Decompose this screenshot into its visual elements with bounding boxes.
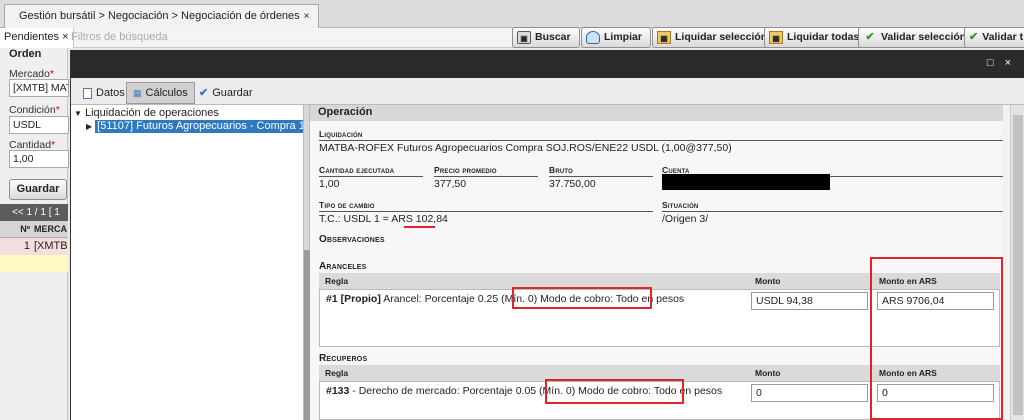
tipo-cambio-value: T.C.: USDL 1 = ARS 102,84: [319, 213, 448, 225]
divider: [319, 176, 423, 177]
search-button[interactable]: ▣ Buscar: [512, 27, 580, 48]
grid-col-mercado: MERCA: [34, 224, 67, 234]
highlight-box: [512, 287, 652, 309]
bruto-value: 37.750,00: [549, 178, 596, 190]
validate-selection-label: Validar selección: [881, 31, 967, 43]
divider: [319, 211, 653, 212]
divider: [319, 140, 1003, 141]
collapse-arrow-icon: ▶: [86, 122, 93, 131]
tree-item-label: [51107] Futuros Agropecuarios - Compra 1…: [95, 120, 304, 133]
validate-all-label: Validar t: [982, 31, 1024, 43]
tree-root-label: Liquidación de operaciones: [84, 107, 219, 119]
aranceles-title: Aranceles: [319, 261, 367, 272]
check-icon: ✔: [969, 31, 979, 43]
recuperos-col-monto: Monto: [749, 365, 873, 381]
recuperos-col-regla: Regla: [319, 365, 749, 381]
cantidad-field[interactable]: 1,00: [9, 150, 69, 168]
tab-datos-label: Datos: [96, 86, 125, 99]
grid-col-number: Nº: [20, 224, 30, 234]
binoculars-icon: ▣: [517, 31, 531, 44]
tab-guardar[interactable]: ✔ Guardar: [193, 82, 259, 104]
tipo-cambio-label: Tipo de cambio: [319, 200, 375, 210]
validate-selection-button[interactable]: ✔ Validar selección: [858, 27, 976, 48]
close-icon[interactable]: ×: [62, 31, 68, 43]
highlight-box: [545, 379, 684, 404]
check-icon: ✔: [199, 86, 209, 99]
bruto-label: Bruto: [549, 165, 574, 175]
settle-all-label: Liquidar todas: [787, 31, 860, 43]
tab-pendientes[interactable]: Pendientes ×: [0, 28, 74, 48]
row-mercado: [XMTB: [34, 240, 68, 252]
rule-id: #133: [326, 385, 350, 397]
table-row-empty[interactable]: [0, 255, 68, 272]
order-section-title: Orden: [9, 48, 42, 60]
liquidacion-label: Liquidación: [319, 129, 363, 139]
clear-button-label: Limpiar: [604, 31, 642, 43]
recuperos-title: Recuperos: [319, 353, 368, 364]
liquidacion-value: MATBA-ROFEX Futuros Agropecuarios Compra…: [319, 142, 732, 154]
divider: [549, 176, 653, 177]
aranceles-col-monto: Monto: [749, 273, 873, 289]
cantidad-ejecutada-label: Cantidad ejecutada: [319, 165, 395, 175]
tab-calculos-label: Cálculos: [145, 86, 188, 99]
pager[interactable]: << 1 / 1 [ 1: [0, 204, 68, 221]
calculator-icon: ▦: [769, 31, 783, 44]
search-button-label: Buscar: [535, 31, 571, 43]
document-icon: [83, 87, 92, 99]
check-icon: ✔: [865, 31, 875, 43]
operation-details: Operación Liquidación MATBA-ROFEX Futuro…: [310, 105, 1003, 420]
settle-selection-button[interactable]: ▦ Liquidar selección: [652, 27, 777, 48]
highlight-underline: [404, 226, 435, 228]
precio-promedio-label: Precio promedio: [434, 165, 497, 175]
window-controls[interactable]: □ ×: [987, 57, 1015, 69]
clear-button[interactable]: Limpiar: [581, 27, 651, 48]
settle-all-button[interactable]: ▦ Liquidar todas: [764, 27, 869, 48]
rule-id: #1 [Propio]: [326, 293, 381, 305]
table-row[interactable]: 1 [XMTB: [0, 238, 68, 255]
mercado-field[interactable]: [XMTB] MATBA: [9, 79, 69, 97]
calculator-icon: ▦: [657, 31, 671, 44]
main-tab-label: Gestión bursátil > Negociación > Negocia…: [19, 10, 300, 22]
tab-pendientes-label: Pendientes: [4, 31, 60, 43]
divider: [662, 211, 1003, 212]
condicion-field[interactable]: USDL: [9, 116, 69, 134]
settle-selection-label: Liquidar selección: [675, 31, 768, 43]
situacion-label: Situación: [662, 200, 699, 210]
recuperos-monto-input[interactable]: 0: [751, 384, 868, 402]
operations-tree: ▼ Liquidación de operaciones ▶ [51107] Fu…: [71, 105, 304, 420]
calc-grid-icon: ▦: [133, 87, 142, 98]
situacion-value: /Origen 3/: [662, 213, 709, 225]
tree-root[interactable]: ▼ Liquidación de operaciones: [74, 107, 219, 119]
aranceles-monto-input[interactable]: USDL 94,38: [751, 292, 868, 310]
tree-item-51107[interactable]: ▶ [51107] Futuros Agropecuarios - Compra …: [86, 120, 304, 133]
row-number: 1: [23, 240, 30, 252]
search-filters-label[interactable]: Filtros de búsqueda: [71, 28, 168, 47]
tab-calculos[interactable]: ▦ Cálculos: [126, 82, 195, 104]
divider: [434, 176, 538, 177]
cantidad-ejecutada-value: 1,00: [319, 178, 340, 190]
validate-all-button[interactable]: ✔ Validar t: [964, 27, 1024, 48]
modal-tabs: Datos ▦ Cálculos ✔ Guardar: [71, 78, 1024, 105]
condicion-label: Condición*: [9, 104, 60, 116]
observaciones-label: Observaciones: [319, 234, 385, 245]
grid-header: Nº MERCA: [0, 221, 68, 238]
eraser-icon: [586, 31, 600, 44]
operation-section-title: Operación: [310, 105, 1003, 121]
expand-icon: ▼: [74, 109, 82, 118]
highlight-box: [870, 257, 1003, 420]
precio-promedio-value: 377,50: [434, 178, 467, 190]
save-order-button[interactable]: Guardar: [9, 179, 67, 200]
scrollbar-thumb[interactable]: [1013, 115, 1023, 415]
order-panel: Orden Mercado* [XMTB] MATBA Condición* U…: [0, 48, 69, 420]
tab-guardar-label: Guardar: [212, 86, 253, 99]
main-tab[interactable]: Gestión bursátil > Negociación > Negocia…: [4, 4, 319, 28]
scrollbar[interactable]: [1010, 105, 1024, 420]
redacted-account: [662, 174, 830, 190]
tab-datos[interactable]: Datos: [77, 82, 131, 104]
close-icon[interactable]: ×: [304, 11, 310, 22]
settlement-modal: □ × Datos ▦ Cálculos ✔ Guardar ▼ Liquida…: [70, 50, 1024, 420]
modal-header: □ ×: [71, 50, 1024, 78]
